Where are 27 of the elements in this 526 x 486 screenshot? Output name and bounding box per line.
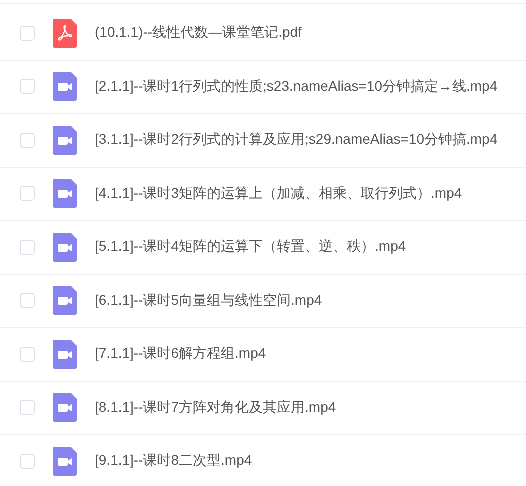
file-name[interactable]: [8.1.1]--课时7方阵对角化及其应用.mp4 bbox=[95, 398, 336, 417]
pdf-file-icon bbox=[53, 18, 77, 48]
video-file-icon bbox=[53, 286, 77, 316]
checkbox[interactable] bbox=[20, 240, 35, 255]
video-file-icon bbox=[53, 126, 77, 155]
checkbox[interactable] bbox=[20, 26, 35, 41]
checkbox[interactable] bbox=[20, 400, 35, 416]
file-name[interactable]: [6.1.1]--课时5向量组与线性空间.mp4 bbox=[95, 292, 322, 310]
video-file-icon bbox=[53, 393, 77, 422]
video-file-icon bbox=[53, 72, 77, 102]
video-file-icon bbox=[53, 340, 77, 369]
file-name[interactable]: [4.1.1]--课时3矩阵的运算上（加减、相乘、取行列式）.mp4 bbox=[95, 184, 462, 203]
checkbox[interactable] bbox=[20, 132, 35, 148]
checkbox[interactable] bbox=[20, 79, 35, 94]
checkbox[interactable] bbox=[20, 186, 35, 202]
checkbox[interactable] bbox=[20, 454, 35, 469]
file-name[interactable]: [9.1.1]--课时8二次型.mp4 bbox=[95, 452, 252, 470]
file-name[interactable]: [5.1.1]--课时4矩阵的运算下（转置、逆、秩）.mp4 bbox=[95, 238, 406, 256]
video-file-icon bbox=[53, 446, 77, 476]
file-name[interactable]: (10.1.1)--线性代数—课堂笔记.pdf bbox=[95, 24, 302, 42]
file-name[interactable]: [3.1.1]--课时2行列式的计算及应用;s29.nameAlias=10分钟搞.mp4 bbox=[95, 131, 498, 150]
checkbox[interactable] bbox=[20, 293, 35, 308]
video-file-icon bbox=[53, 179, 77, 208]
file-name[interactable]: [2.1.1]--课时1行列式的性质;s23.nameAlias=10分钟搞定→线.mp4 bbox=[95, 78, 498, 96]
checkbox[interactable] bbox=[20, 346, 35, 362]
video-file-icon bbox=[53, 232, 77, 262]
file-name[interactable]: [7.1.1]--课时6解方程组.mp4 bbox=[95, 345, 266, 364]
